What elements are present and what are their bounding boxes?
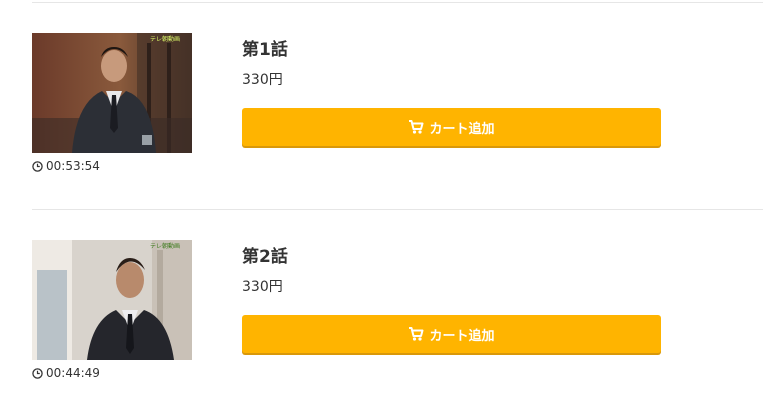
cart-icon [409, 327, 424, 341]
cart-button-label: カート追加 [429, 121, 495, 137]
episode-item-2: テレ朝動画 00:44:49 第2話 330円 カート追加 [0, 240, 763, 390]
episode-duration-2: 00:44:49 [32, 366, 100, 380]
episode-item-1: テレ朝動画 00:53:54 第1話 330円 カート追加 [0, 33, 763, 183]
svg-text:テレ朝動画: テレ朝動画 [150, 35, 180, 43]
clock-icon [32, 160, 43, 172]
episode-thumbnail-2[interactable]: テレ朝動画 [32, 240, 192, 360]
clock-icon [32, 367, 43, 379]
divider [32, 209, 763, 210]
episode-list: テレ朝動画 00:53:54 第1話 330円 カート追加 テレ朝動画 00:4… [0, 0, 763, 413]
episode-price: 330円 [242, 279, 283, 295]
episode-thumbnail-1[interactable]: テレ朝動画 [32, 33, 192, 153]
divider [32, 2, 763, 3]
episode-title: 第1話 [242, 40, 288, 60]
cart-button-label: カート追加 [429, 328, 495, 344]
add-to-cart-button[interactable]: カート追加 [242, 108, 661, 146]
svg-text:テレ朝動画: テレ朝動画 [150, 242, 180, 250]
duration-text: 00:44:49 [46, 366, 100, 380]
add-to-cart-button[interactable]: カート追加 [242, 315, 661, 353]
cart-icon [409, 120, 424, 134]
episode-title: 第2話 [242, 247, 288, 267]
duration-text: 00:53:54 [46, 159, 100, 173]
episode-duration-1: 00:53:54 [32, 159, 100, 173]
episode-price: 330円 [242, 72, 283, 88]
